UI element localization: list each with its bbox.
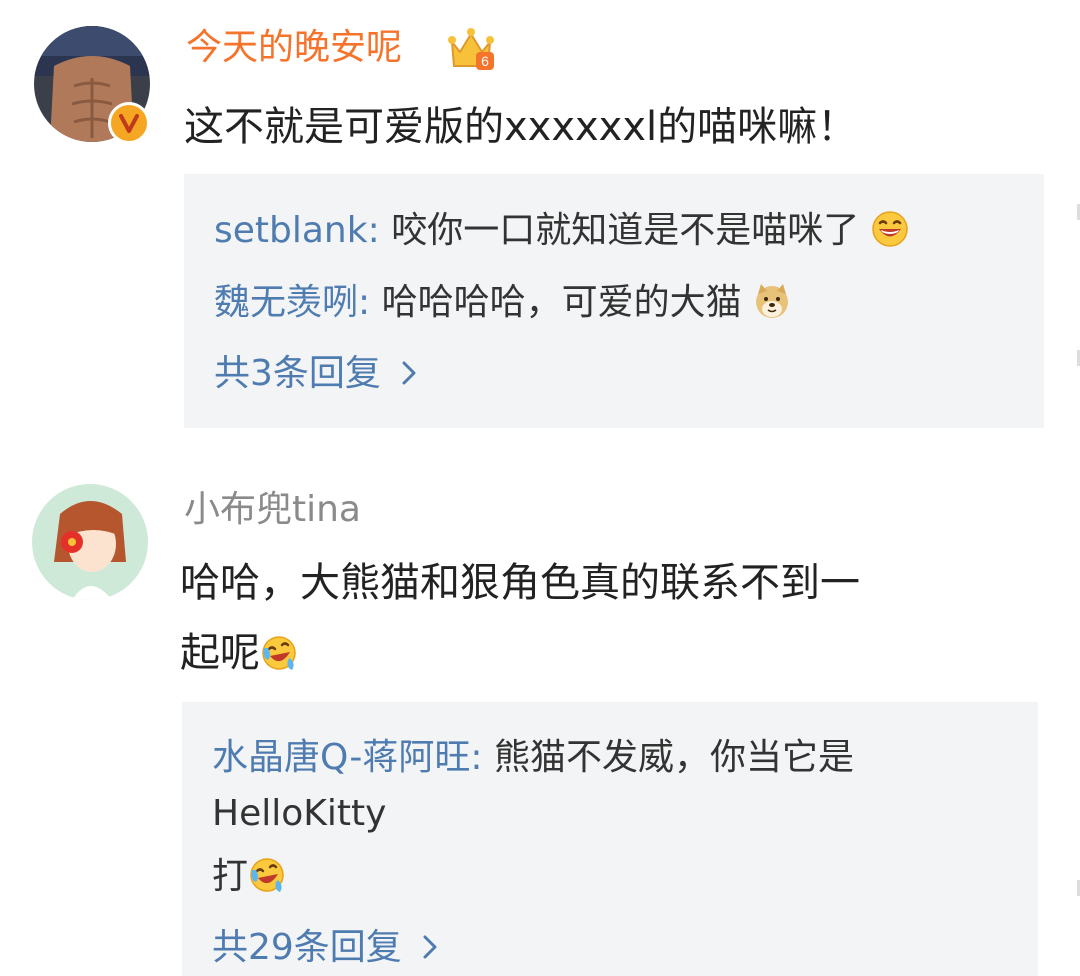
reply-box: 水晶唐Q-蒋阿旺: 熊猫不发威，你当它是 HelloKitty 打 共29条回复 xyxy=(182,702,1038,976)
reply-box: setblank: 咬你一口就知道是不是喵咪了 魏无羡咧: 哈哈哈哈，可爱的大猫 xyxy=(184,174,1044,428)
verified-badge-icon xyxy=(108,102,150,144)
reply-text: 咬你一口就知道是不是喵咪了 xyxy=(391,210,860,251)
more-replies-link[interactable]: 共29条回复 xyxy=(212,928,438,969)
reply-item[interactable]: 水晶唐Q-蒋阿旺: 熊猫不发威，你当它是 xyxy=(212,738,854,778)
more-replies-link[interactable]: 共3条回复 xyxy=(214,354,417,395)
reply-username[interactable]: setblank xyxy=(214,210,368,251)
reply-separator: : xyxy=(470,737,483,778)
username[interactable]: 今天的晚安呢 xyxy=(186,26,402,70)
chevron-right-icon xyxy=(422,929,438,969)
reply-separator: : xyxy=(358,282,371,323)
reply-item[interactable]: setblank: 咬你一口就知道是不是喵咪了 xyxy=(214,210,909,251)
reply-text: 熊猫不发威，你当它是 xyxy=(493,737,854,778)
comment-item: 小布兜tina 哈哈，大熊猫和狠角色真的联系不到一 起呢 水晶唐Q-蒋阿旺: 熊… xyxy=(0,440,1080,976)
comment-text: 这不就是可爱版的xxxxxxl的喵咪嘛！ xyxy=(184,104,858,150)
reply-username[interactable]: 水晶唐Q-蒋阿旺 xyxy=(212,737,470,778)
more-replies-label: 共29条回复 xyxy=(212,927,402,968)
comment-item: 今天的晚安呢 6 这不就是可爱版的xxxxxxl的喵咪嘛！ setblank: … xyxy=(0,0,1080,440)
vip-crown-icon[interactable]: 6 xyxy=(446,26,496,72)
reply-username[interactable]: 魏无羡咧 xyxy=(214,282,358,323)
comment-text-continued: 起呢 xyxy=(180,618,298,688)
avatar[interactable] xyxy=(32,484,148,600)
laughing-emoji-icon xyxy=(871,210,909,248)
more-replies-label: 共3条回复 xyxy=(214,353,381,394)
chevron-right-icon xyxy=(401,355,417,395)
doge-emoji-icon xyxy=(753,282,791,320)
crying-laughing-emoji-icon xyxy=(260,634,298,672)
reply-text-continued: 打 xyxy=(212,856,286,897)
reply-separator: : xyxy=(367,210,380,251)
username[interactable]: 小布兜tina xyxy=(184,488,361,532)
comment-text-line2: 起呢 xyxy=(180,630,260,676)
comment-text: 哈哈，大熊猫和狠角色真的联系不到一 xyxy=(180,560,860,606)
reply-text-line3: 打 xyxy=(212,856,249,897)
reply-text-line2: HelloKitty xyxy=(212,793,387,834)
crying-laughing-emoji-icon xyxy=(248,856,286,894)
reply-item[interactable]: 魏无羡咧: 哈哈哈哈，可爱的大猫 xyxy=(214,282,791,323)
reply-text: 哈哈哈哈，可爱的大猫 xyxy=(381,282,742,323)
reply-text-continued: HelloKitty xyxy=(212,794,386,834)
vip-level-label: 6 xyxy=(481,53,489,69)
